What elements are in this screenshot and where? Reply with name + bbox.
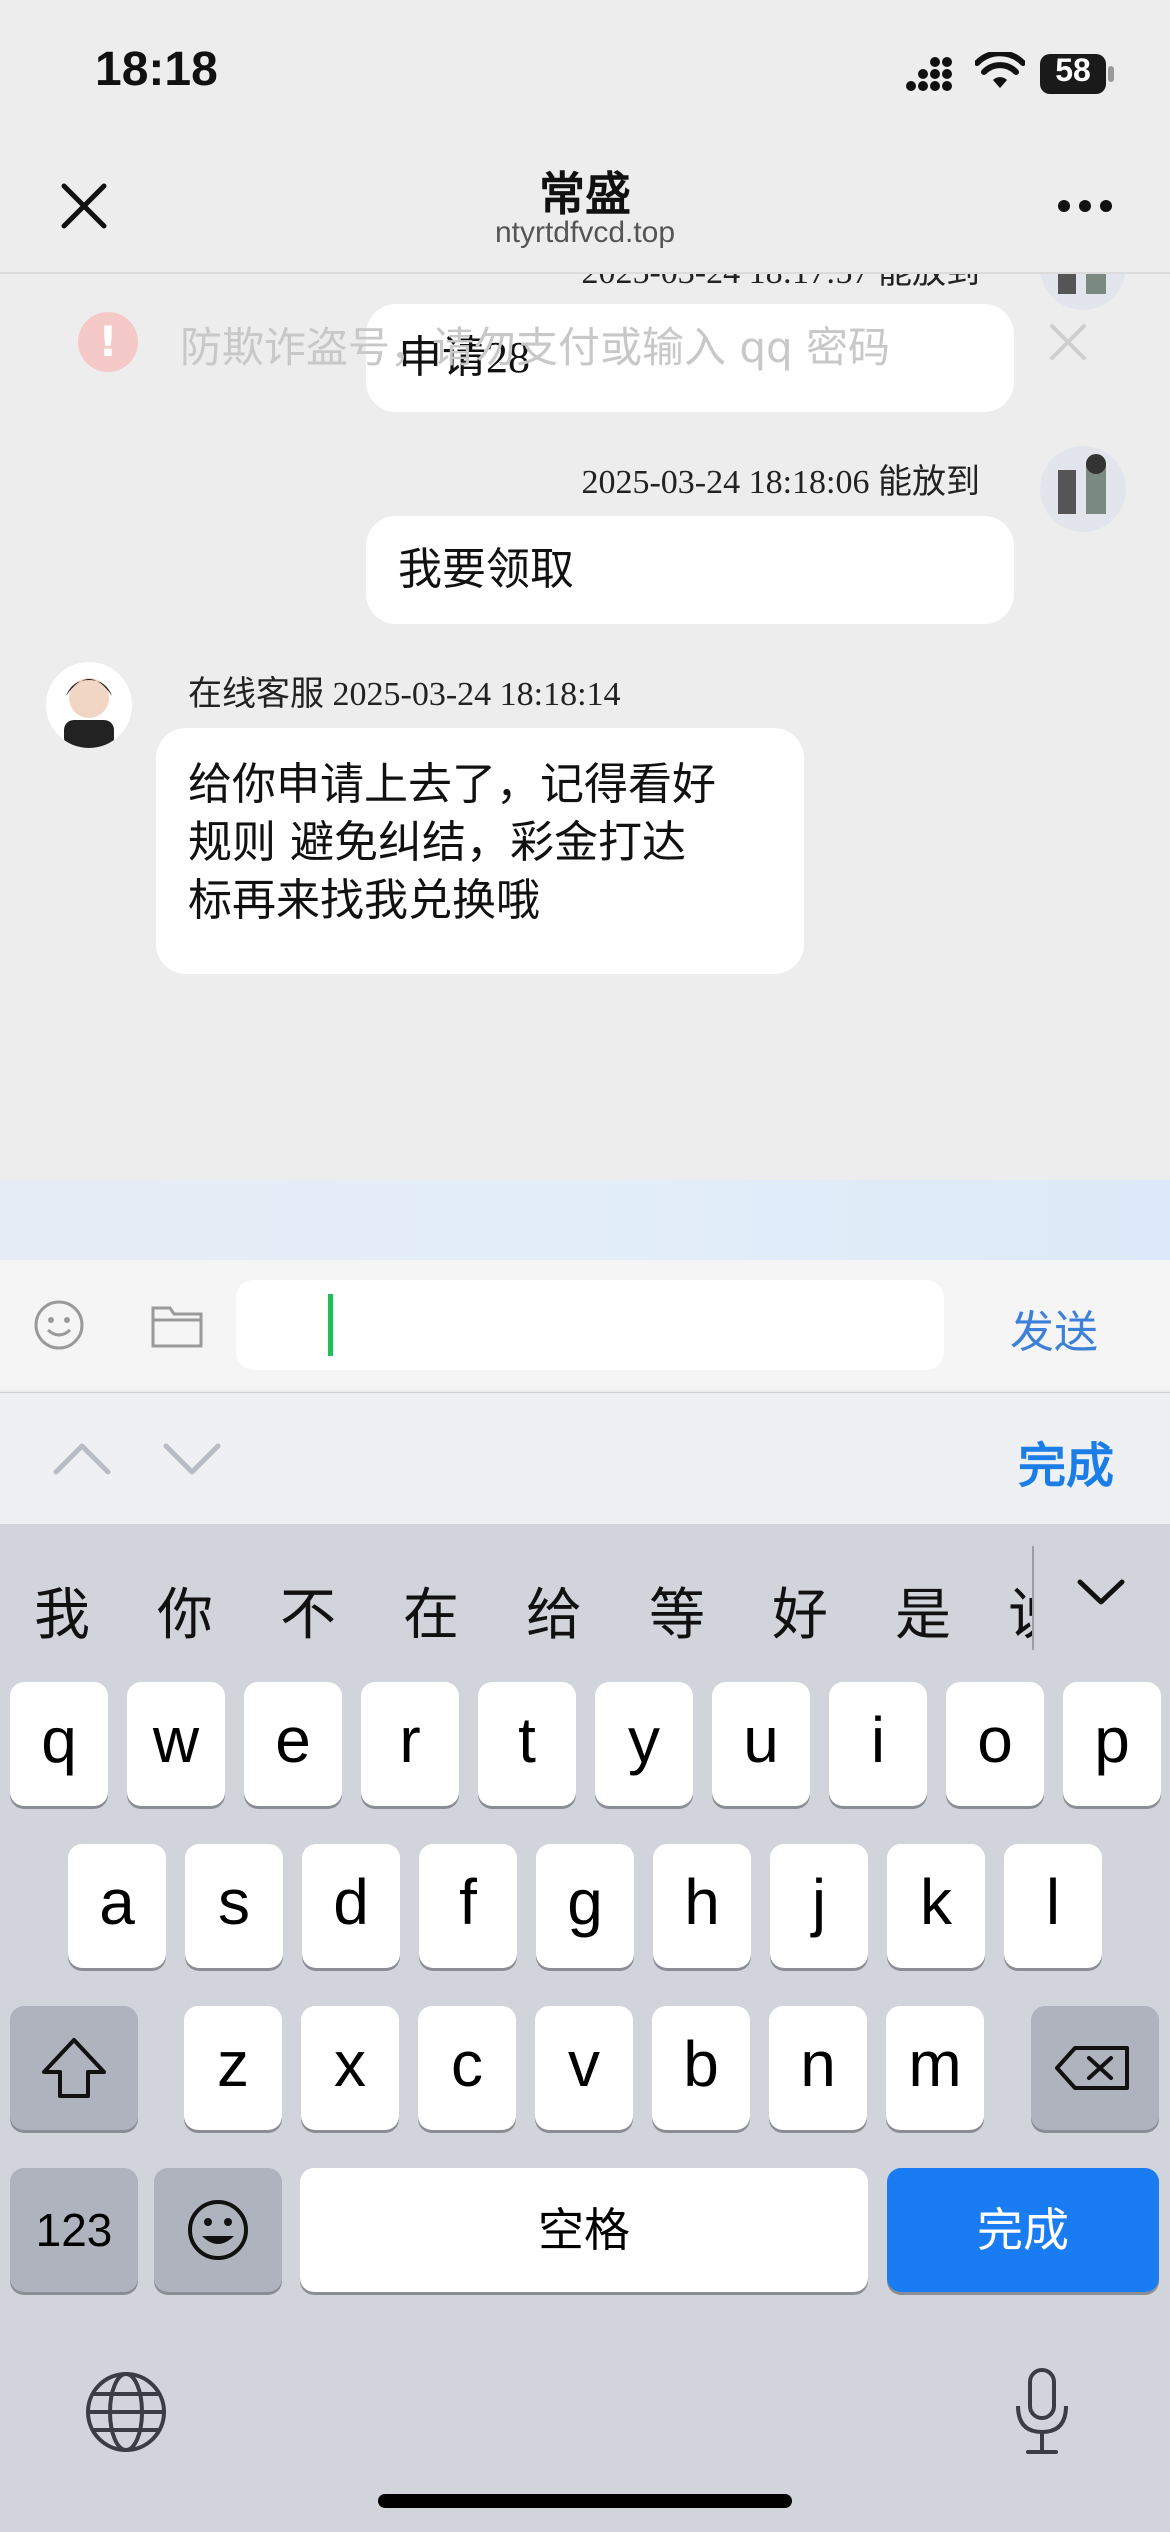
space-key[interactable]: 空格 [300, 2168, 868, 2292]
key-a[interactable]: a [68, 1844, 166, 1968]
text-cursor [328, 1294, 333, 1356]
key-e[interactable]: e [244, 1682, 342, 1806]
key-y[interactable]: y [595, 1682, 693, 1806]
key-r[interactable]: r [361, 1682, 459, 1806]
status-time: 18:18 [95, 43, 218, 96]
key-u[interactable]: u [712, 1682, 810, 1806]
message-text: 我要领取 [398, 544, 574, 595]
wifi-icon [975, 52, 1025, 88]
candidate-word: 说 [1006, 1570, 1032, 1651]
key-s[interactable]: s [185, 1844, 283, 1968]
chevron-up-icon[interactable] [52, 1440, 112, 1476]
key-h[interactable]: h [653, 1844, 751, 1968]
message-meta: 2025-03-24 18:18:06 能放到 [581, 464, 980, 501]
battery-tip [1108, 66, 1114, 82]
candidate-word[interactable]: 好 [760, 1570, 840, 1651]
candidate-word[interactable]: 是 [883, 1570, 963, 1651]
key-d[interactable]: d [302, 1844, 400, 1968]
message-line: 给你申请上去了，记得看好 [188, 759, 716, 810]
globe-icon[interactable] [84, 2370, 168, 2454]
message-meta: 2025-03-24 18:17:57 能放到 [581, 274, 980, 293]
candidate-word[interactable]: 在 [391, 1570, 471, 1651]
warning-text: 防欺诈盗号，请勿支付或输入 qq 密码 [180, 323, 891, 372]
return-key[interactable]: 完成 [887, 2168, 1159, 2292]
key-j[interactable]: j [770, 1844, 868, 1968]
message-bubble[interactable]: 给你申请上去了，记得看好 规则 避免纠结，彩金打达 标再来找我兑换哦 [156, 728, 804, 974]
candidate-word-clipped[interactable]: 说 [1006, 1556, 1032, 1652]
chat-area[interactable]: 2025-03-24 18:17:57 能放到 申请28 ! 防欺诈盗号，请勿支… [0, 274, 1170, 1180]
home-indicator [378, 2494, 792, 2508]
candidate-word[interactable]: 你 [145, 1570, 225, 1651]
shift-key[interactable] [10, 2006, 138, 2130]
key-b[interactable]: b [652, 2006, 750, 2130]
avatar[interactable] [1040, 274, 1126, 310]
signal-icon [906, 57, 952, 91]
message-line: 规则 避免纠结，彩金打达 [188, 817, 686, 868]
emoji-icon[interactable] [32, 1298, 86, 1352]
promo-band [0, 1180, 1170, 1260]
chevron-down-icon[interactable] [162, 1440, 222, 1476]
done-button[interactable]: 完成 [1018, 1426, 1114, 1496]
key-o[interactable]: o [946, 1682, 1044, 1806]
key-k[interactable]: k [887, 1844, 985, 1968]
warning-icon: ! [78, 312, 138, 372]
message-line: 标再来找我兑换哦 [188, 875, 540, 926]
key-v[interactable]: v [535, 2006, 633, 2130]
emoji-icon [188, 2200, 248, 2260]
send-button[interactable]: 发送 [1010, 1296, 1098, 1360]
battery-level: 58 [1055, 52, 1091, 88]
page-title: 常盛 [539, 167, 631, 221]
key-l[interactable]: l [1004, 1844, 1102, 1968]
candidate-divider [1032, 1546, 1034, 1650]
agent-avatar[interactable] [46, 662, 132, 748]
avatar[interactable] [1040, 446, 1126, 532]
microphone-icon[interactable] [1010, 2366, 1074, 2458]
more-icon[interactable] [1056, 196, 1114, 216]
warning-close-icon[interactable] [1048, 322, 1088, 362]
key-q[interactable]: q [10, 1682, 108, 1806]
numbers-key[interactable]: 123 [10, 2168, 138, 2292]
key-i[interactable]: i [829, 1682, 927, 1806]
candidate-word[interactable]: 不 [268, 1570, 348, 1651]
page-subtitle: ntyrtdfvcd.top [494, 216, 676, 249]
emoji-key[interactable] [154, 2168, 282, 2292]
candidate-word[interactable]: 我 [22, 1570, 102, 1651]
key-t[interactable]: t [478, 1682, 576, 1806]
delete-key[interactable] [1031, 2006, 1159, 2130]
key-p[interactable]: p [1063, 1682, 1161, 1806]
message-meta: 在线客服 2025-03-24 18:18:14 [188, 676, 621, 713]
key-f[interactable]: f [419, 1844, 517, 1968]
expand-candidates-icon[interactable] [1076, 1576, 1126, 1608]
key-w[interactable]: w [127, 1682, 225, 1806]
key-g[interactable]: g [536, 1844, 634, 1968]
folder-icon[interactable] [150, 1300, 204, 1350]
key-c[interactable]: c [418, 2006, 516, 2130]
key-n[interactable]: n [769, 2006, 867, 2130]
message-input[interactable] [236, 1280, 944, 1370]
message-text: 给你申请上去了，记得看好 规则 避免纠结，彩金打达 标再来找我兑换哦 [188, 756, 716, 930]
key-m[interactable]: m [886, 2006, 984, 2130]
candidate-word[interactable]: 等 [637, 1570, 717, 1651]
shift-icon [42, 2038, 106, 2098]
key-x[interactable]: x [301, 2006, 399, 2130]
candidate-word[interactable]: 给 [514, 1570, 594, 1651]
message-bubble[interactable]: 我要领取 [366, 516, 1014, 624]
key-z[interactable]: z [184, 2006, 282, 2130]
backspace-icon [1055, 2046, 1129, 2090]
